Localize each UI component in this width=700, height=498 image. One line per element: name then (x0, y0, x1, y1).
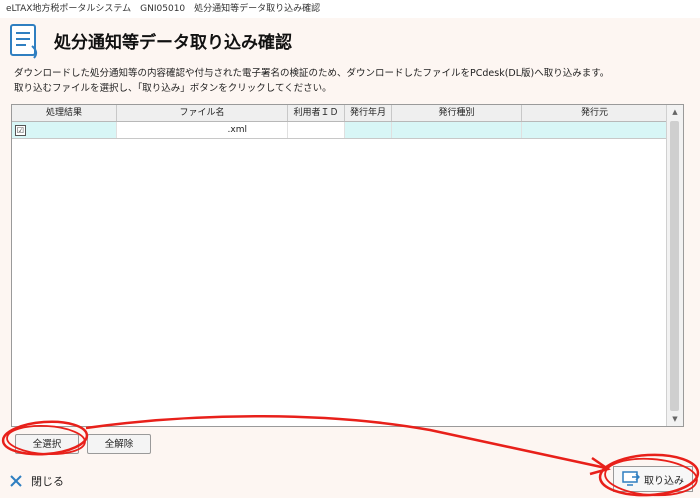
column-header-result[interactable]: 処理結果 (12, 105, 117, 121)
page-title: 処分通知等データ取り込み確認 (54, 33, 292, 53)
column-header-issuer[interactable]: 発行元 (522, 105, 668, 121)
page-description: ダウンロードした処分通知等の内容確認や付与された電子署名の検証のため、ダウンロー… (14, 66, 609, 96)
column-header-issue-type[interactable]: 発行種別 (392, 105, 522, 121)
column-header-user-id[interactable]: 利用者ＩＤ (288, 105, 345, 121)
window-title: eLTAX地方税ポータルシステム GNI05010 処分通知等データ取り込み確認 (0, 0, 700, 18)
import-icon (622, 471, 640, 486)
document-icon (10, 24, 38, 59)
description-line-1: ダウンロードした処分通知等の内容確認や付与された電子署名の検証のため、ダウンロー… (14, 68, 610, 79)
table-row[interactable]: ☑ .xml (12, 122, 668, 139)
cell-issuer (522, 122, 668, 138)
annotation-arrow-head (589, 456, 611, 476)
file-table: 処理結果 ファイル名 利用者ＩＤ 発行年月 発行種別 発行元 ☑ .xml ▲ … (11, 104, 684, 427)
page-header: 処分通知等データ取り込み確認 (8, 22, 692, 60)
vertical-scrollbar[interactable]: ▲ ▼ (666, 105, 683, 426)
cell-file-name: .xml (117, 122, 288, 138)
cell-user-id (288, 122, 345, 138)
import-label: 取り込み (644, 475, 684, 487)
deselect-all-button[interactable]: 全解除 (87, 434, 151, 454)
import-button[interactable]: 取り込み (613, 466, 693, 492)
table-header: 処理結果 ファイル名 利用者ＩＤ 発行年月 発行種別 発行元 (12, 105, 668, 122)
scroll-up-icon[interactable]: ▲ (667, 105, 683, 119)
close-label: 閉じる (31, 475, 64, 488)
select-all-button[interactable]: 全選択 (15, 434, 79, 454)
column-header-issue-month[interactable]: 発行年月 (345, 105, 392, 121)
cell-issue-month (345, 122, 392, 138)
close-icon (10, 475, 22, 487)
file-name-value: .xml (227, 125, 247, 135)
column-header-file-name[interactable]: ファイル名 (117, 105, 288, 121)
close-button[interactable]: 閉じる (9, 472, 64, 490)
cell-result: ☑ (12, 122, 117, 138)
scroll-down-icon[interactable]: ▼ (667, 412, 683, 426)
description-line-2: 取り込むファイルを選択し、「取り込み」ボタンをクリックしてください。 (14, 83, 332, 94)
scroll-thumb[interactable] (670, 121, 679, 411)
cell-issue-type (392, 122, 522, 138)
row-checkbox[interactable]: ☑ (15, 125, 26, 136)
